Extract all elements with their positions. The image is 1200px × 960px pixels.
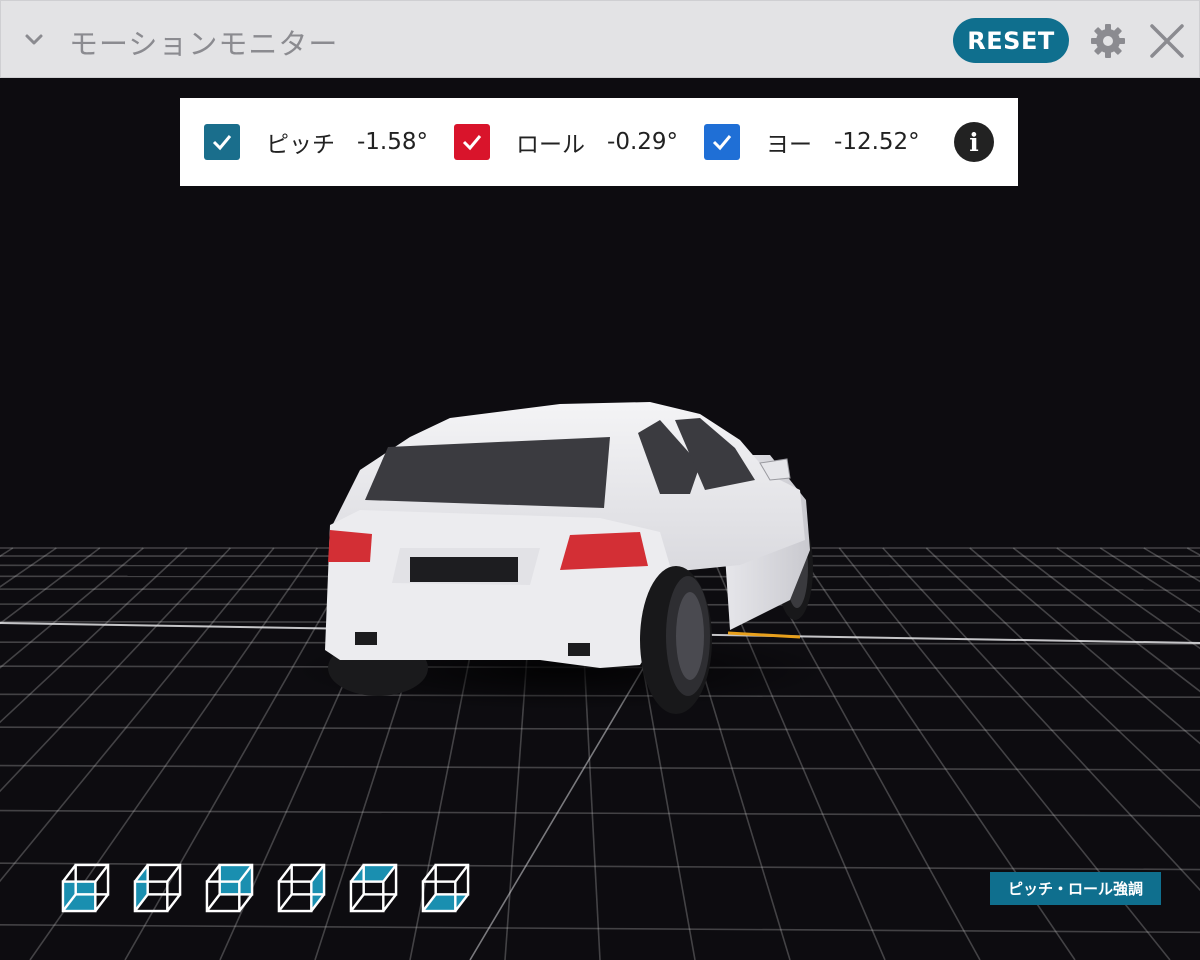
rear-right-wheel — [640, 566, 712, 714]
reset-button[interactable]: RESET — [953, 18, 1069, 63]
cube-view-bottom-icon[interactable] — [420, 862, 471, 913]
3d-viewport[interactable] — [0, 78, 1200, 960]
right-exhaust — [568, 643, 590, 656]
yaw-label: ヨー — [766, 132, 813, 158]
rear-window — [365, 437, 610, 508]
roll-label: ロール — [516, 132, 586, 158]
roll-checkbox[interactable] — [454, 124, 491, 160]
axis-item-yaw: ヨー -12.52° — [704, 124, 920, 160]
scene-canvas — [0, 78, 1200, 960]
pitch-value: -1.58° — [357, 129, 429, 155]
yaw-checkbox[interactable] — [704, 124, 741, 160]
cube-view-left-icon[interactable] — [132, 862, 183, 913]
pitch-checkbox[interactable] — [204, 124, 240, 160]
left-exhaust — [355, 632, 377, 645]
close-icon[interactable] — [1147, 21, 1187, 61]
axis-item-roll: ロール -0.29° — [454, 124, 678, 160]
title-bar: モーションモニター RESET — [0, 0, 1200, 78]
check-icon — [462, 135, 482, 151]
cube-view-back-icon[interactable] — [204, 862, 255, 913]
pitch-roll-emphasis-button[interactable]: ピッチ・ロール強調 — [990, 872, 1161, 905]
window-title: モーションモニター — [69, 27, 339, 61]
left-taillight — [328, 530, 372, 562]
cube-view-top-icon[interactable] — [348, 862, 399, 913]
license-plate — [410, 557, 518, 582]
axis-readout-panel: ピッチ -1.58° ロール -0.29° ヨー -12.52° — [180, 98, 1018, 186]
axis-item-pitch: ピッチ -1.58° — [204, 124, 428, 160]
chevron-down-icon[interactable] — [19, 25, 49, 55]
gear-icon[interactable] — [1088, 21, 1128, 61]
cube-view-front-icon[interactable] — [60, 862, 111, 913]
right-taillight — [560, 532, 648, 570]
cube-view-right-icon[interactable] — [276, 862, 327, 913]
yaw-value: -12.52° — [834, 129, 920, 155]
roll-value: -0.29° — [607, 129, 679, 155]
pitch-label: ピッチ — [266, 132, 335, 158]
check-icon — [212, 135, 232, 151]
info-icon[interactable]: i — [954, 122, 994, 162]
view-cube-toolbar — [60, 862, 471, 914]
check-icon — [712, 135, 732, 151]
